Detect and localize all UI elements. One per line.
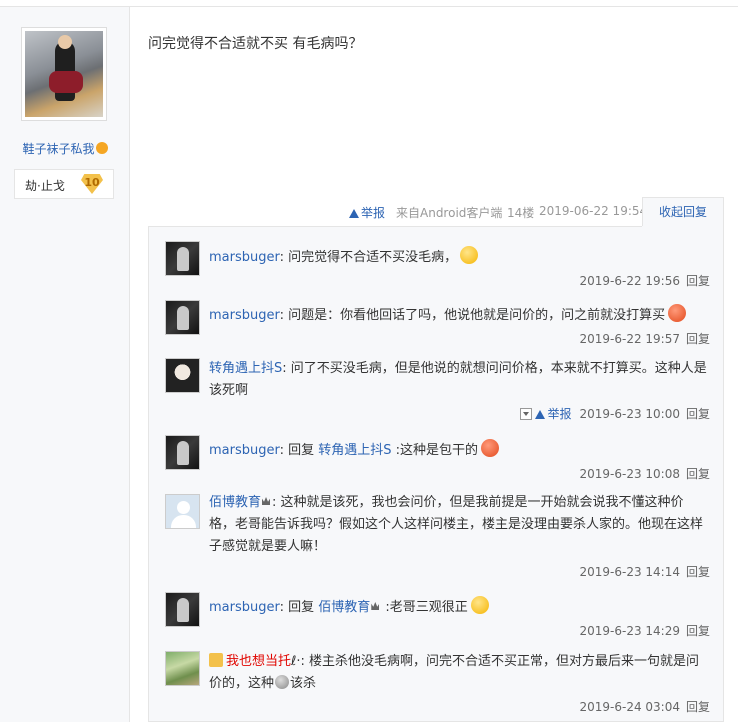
emoji-icon	[481, 439, 500, 457]
reply-user-link[interactable]: marsbuger	[209, 250, 280, 265]
reply-button[interactable]: 回复	[686, 467, 710, 481]
reply-meta: 2019-6-22 19:57 回复	[579, 332, 710, 346]
reply-avatar[interactable]	[165, 494, 200, 529]
reply-user-link[interactable]: marsbuger	[209, 600, 280, 615]
reply-target-link[interactable]: 转角遇上抖S	[318, 443, 391, 458]
reply-user-link[interactable]: 我也想当托	[226, 654, 291, 669]
reply-box-top-border	[148, 226, 642, 227]
reply-meta: 2019-6-22 19:56 回复	[579, 274, 710, 288]
reply-meta: 举报 2019-6-23 10:00 回复	[520, 405, 710, 422]
badge-name: 劫·止戈	[25, 179, 65, 193]
reply-avatar[interactable]	[165, 651, 200, 686]
reply-button[interactable]: 回复	[686, 274, 710, 288]
reply-button[interactable]: 回复	[686, 700, 710, 714]
reply-button[interactable]: 回复	[686, 332, 710, 346]
level-shield-icon: 10	[81, 174, 103, 194]
reply-meta: 2019-6-23 10:08 回复	[579, 467, 710, 481]
author-avatar[interactable]	[21, 27, 107, 121]
reply-meta: 2019-6-23 14:29 回复	[579, 624, 710, 638]
fold-reply-button[interactable]: 收起回复	[642, 197, 724, 227]
crown-icon	[262, 497, 271, 505]
reply-meta: 2019-6-23 14:14 回复	[579, 565, 710, 579]
reply-button[interactable]: 回复	[686, 407, 710, 421]
reply-meta: 2019-6-24 03:04 回复	[579, 700, 710, 714]
post-time: 2019-06-22 19:54	[539, 204, 648, 218]
crown-icon	[371, 602, 380, 610]
author-sidebar: 鞋子袜子私我 劫·止戈 10	[0, 7, 130, 722]
reply-button[interactable]: 回复	[686, 565, 710, 579]
emoji-icon	[460, 246, 479, 264]
reply-avatar[interactable]	[165, 300, 200, 335]
reply-report-link[interactable]: 举报	[535, 407, 571, 421]
reply-target-link[interactable]: 佰博教育	[318, 600, 370, 615]
dropdown-icon[interactable]	[520, 408, 533, 420]
vip-icon	[209, 653, 223, 667]
warning-icon	[349, 209, 359, 218]
reply-button[interactable]: 回复	[686, 624, 710, 638]
smile-emoji-icon	[95, 142, 108, 154]
reply-user-link[interactable]: 佰博教育	[209, 495, 261, 510]
author-level-badge[interactable]: 劫·止戈 10	[14, 169, 114, 199]
reply-avatar[interactable]	[165, 358, 200, 393]
emoji-icon	[275, 675, 290, 689]
reply-avatar[interactable]	[165, 435, 200, 470]
post-content: 问完觉得不合适就不买 有毛病吗？	[148, 36, 363, 52]
reply-user-link[interactable]: 转角遇上抖S	[209, 361, 282, 376]
author-name-link[interactable]: 鞋子袜子私我	[0, 140, 130, 157]
post-floor: 14楼	[507, 206, 535, 220]
emoji-icon	[470, 596, 489, 614]
post-report-link[interactable]: 举报	[349, 204, 385, 220]
top-divider	[0, 0, 738, 7]
emoji-icon	[668, 304, 687, 322]
post-source: 来自Android客户端	[396, 206, 503, 220]
warning-icon	[535, 410, 546, 419]
reply-user-link[interactable]: marsbuger	[209, 308, 280, 323]
reply-avatar[interactable]	[165, 592, 200, 627]
reply-user-link[interactable]: marsbuger	[209, 443, 280, 458]
reply-avatar[interactable]	[165, 241, 200, 276]
